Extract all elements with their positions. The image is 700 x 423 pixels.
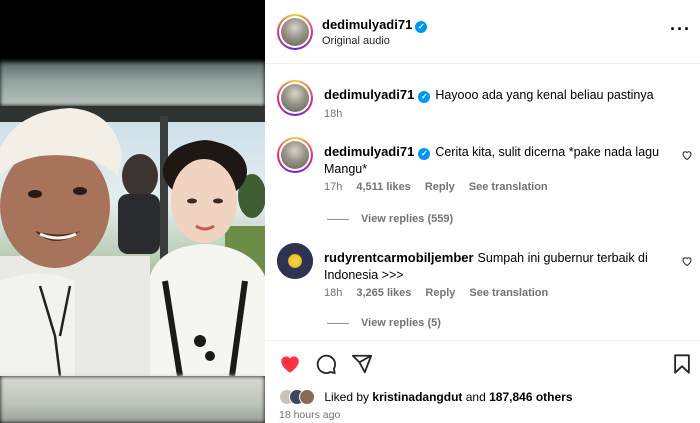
view-replies-label: View replies (5)	[361, 317, 441, 329]
caption-time: 18h	[324, 108, 343, 120]
see-translation-link[interactable]: See translation	[469, 181, 548, 193]
replies-line	[327, 322, 349, 324]
comment-meta: 17h 4,511 likes Reply See translation	[324, 181, 562, 193]
reply-button[interactable]: Reply	[425, 287, 455, 299]
reply-button[interactable]: Reply	[425, 181, 455, 193]
video-blur-bottom	[0, 376, 265, 423]
like-comment-heart-icon[interactable]	[681, 149, 693, 161]
liked-by-user[interactable]: kristinadangdut	[372, 390, 462, 404]
video-scene	[0, 106, 265, 376]
liker-avatar	[299, 389, 315, 405]
comment-text-row: dedimulyadi71 ✓ Cerita kita, sulit dicerna…	[324, 143, 674, 178]
comment-avatar[interactable]	[277, 243, 313, 279]
comment-meta: 18h 3,265 likes Reply See translation	[324, 287, 562, 299]
caption: dedimulyadi71 ✓ Hayooo ada yang kenal beli…	[265, 80, 700, 125]
like-comment-heart-icon[interactable]	[681, 255, 693, 267]
liked-by-others[interactable]: 187,846 others	[489, 390, 572, 404]
replies-line	[327, 218, 349, 220]
liked-by-prefix: Liked by	[324, 390, 370, 404]
comment-time: 18h	[324, 287, 343, 299]
caption-text: Hayooo ada yang kenal beliau pastinya	[435, 88, 654, 102]
more-icon[interactable]: ···	[670, 20, 690, 42]
liked-by-and: and	[465, 390, 486, 404]
post-timestamp[interactable]: 18 hours ago	[279, 409, 340, 421]
author-username[interactable]: dedimulyadi71	[322, 17, 412, 32]
comment-item: rudyrentcarmobiljember Sumpah ini gubernu…	[265, 243, 700, 338]
video-blur-top	[0, 62, 265, 106]
comment-text-row: rudyrentcarmobiljember Sumpah ini gubernu…	[324, 249, 674, 284]
author-avatar[interactable]	[277, 14, 313, 50]
post-panel: dedimulyadi71 ✓ Original audio ··· dedimu…	[265, 0, 700, 423]
reel-video[interactable]	[0, 0, 265, 423]
comment-username[interactable]: rudyrentcarmobiljember	[324, 250, 474, 265]
comment-icon[interactable]	[315, 353, 337, 375]
verified-badge-icon: ✓	[418, 148, 431, 160]
comment-time: 17h	[324, 181, 343, 193]
caption-meta: 18h	[324, 108, 356, 120]
video-frame	[0, 106, 265, 376]
heart-icon[interactable]	[279, 353, 301, 375]
caption-username[interactable]: dedimulyadi71	[324, 87, 414, 102]
bookmark-icon[interactable]	[671, 353, 693, 375]
post-header: dedimulyadi71 ✓ Original audio ···	[265, 0, 700, 64]
caption-avatar[interactable]	[277, 80, 313, 116]
caption-text-row: dedimulyadi71 ✓ Hayooo ada yang kenal beli…	[324, 86, 674, 104]
see-translation-link[interactable]: See translation	[469, 287, 548, 299]
liked-by-row[interactable]: Liked by kristinadangdut and 187,846 oth…	[279, 389, 573, 407]
author-name-row[interactable]: dedimulyadi71 ✓	[322, 16, 428, 34]
view-replies-button[interactable]: View replies (5)	[327, 317, 441, 329]
verified-badge-icon: ✓	[418, 91, 431, 103]
view-replies-label: View replies (559)	[361, 213, 454, 225]
comment-avatar[interactable]	[277, 137, 313, 173]
comment-item: dedimulyadi71 ✓ Cerita kita, sulit dicerna…	[265, 137, 700, 232]
share-icon[interactable]	[351, 353, 373, 375]
comment-likes[interactable]: 3,265 likes	[356, 287, 411, 299]
comment-username[interactable]: dedimulyadi71	[324, 144, 414, 159]
comment-likes[interactable]: 4,511 likes	[356, 181, 410, 193]
audio-label[interactable]: Original audio	[322, 35, 390, 47]
action-bar	[265, 340, 700, 386]
verified-badge-icon: ✓	[415, 21, 428, 33]
view-replies-button[interactable]: View replies (559)	[327, 213, 453, 225]
